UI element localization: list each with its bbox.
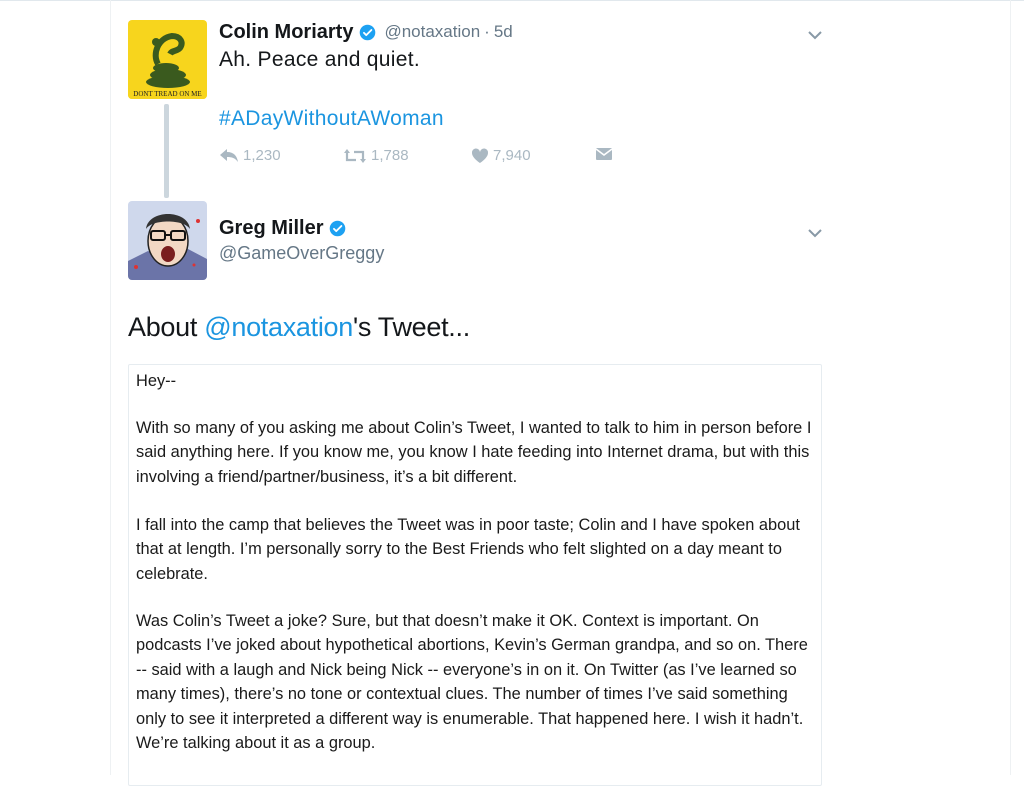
retweet-count: 1,788 <box>371 147 409 164</box>
tweet-author-name[interactable]: Colin Moriarty <box>219 21 353 44</box>
tweet-timestamp[interactable]: 5d <box>494 22 513 42</box>
direct-message-button[interactable] <box>595 147 617 161</box>
note-screenshot-box: Hey-- With so many of you asking me abou… <box>128 364 822 786</box>
reply-author-handle[interactable]: @GameOverGreggy <box>219 243 384 264</box>
direct-message-icon <box>595 148 613 160</box>
chevron-down-icon[interactable] <box>807 27 823 40</box>
chevron-down-icon[interactable] <box>807 225 823 238</box>
note-paragraph: With so many of you asking me about Coli… <box>136 419 812 486</box>
note-title: About @notaxation's Tweet... <box>128 312 470 343</box>
separator-dot: · <box>484 22 490 41</box>
reply-icon <box>220 148 238 162</box>
greg-avatar[interactable] <box>128 201 207 280</box>
reply-count: 1,230 <box>243 147 281 164</box>
top-border <box>0 0 1024 1</box>
retweet-icon <box>344 148 366 163</box>
tweet-header: Colin Moriarty @notaxation · 5d <box>219 20 513 44</box>
gadsden-flag-image: DONT TREAD ON ME <box>128 20 207 99</box>
note-title-mention[interactable]: @notaxation <box>204 312 353 342</box>
note-paragraph: Was Colin’s Tweet a joke? Sure, but that… <box>136 612 808 753</box>
reply-header: Greg Miller <box>219 216 346 240</box>
tweet-author-handle[interactable]: @notaxation <box>384 22 480 42</box>
like-count: 7,940 <box>493 147 531 164</box>
cartoon-portrait-image <box>128 201 207 280</box>
colin-avatar[interactable]: DONT TREAD ON ME <box>128 20 207 99</box>
note-title-suffix: 's Tweet... <box>352 312 470 342</box>
column-left-border <box>110 0 111 775</box>
verified-icon <box>329 220 346 237</box>
note-title-prefix: About <box>128 312 205 342</box>
retweet-button[interactable]: 1,788 <box>343 147 409 164</box>
reply-author-name[interactable]: Greg Miller <box>219 217 323 240</box>
like-button[interactable]: 7,940 <box>471 147 531 164</box>
reply-button[interactable]: 1,230 <box>219 147 281 164</box>
svg-text:DONT TREAD ON ME: DONT TREAD ON ME <box>133 90 201 98</box>
thread-connector-line <box>164 104 169 198</box>
note-paragraph: Hey-- <box>136 372 177 390</box>
like-icon <box>471 147 489 163</box>
tweet-text: Ah. Peace and quiet. <box>219 48 420 71</box>
column-right-border <box>1010 0 1011 775</box>
note-paragraph: I fall into the camp that believes the T… <box>136 516 800 583</box>
hashtag-link[interactable]: #ADayWithoutAWoman <box>219 107 444 131</box>
verified-icon <box>359 24 376 41</box>
